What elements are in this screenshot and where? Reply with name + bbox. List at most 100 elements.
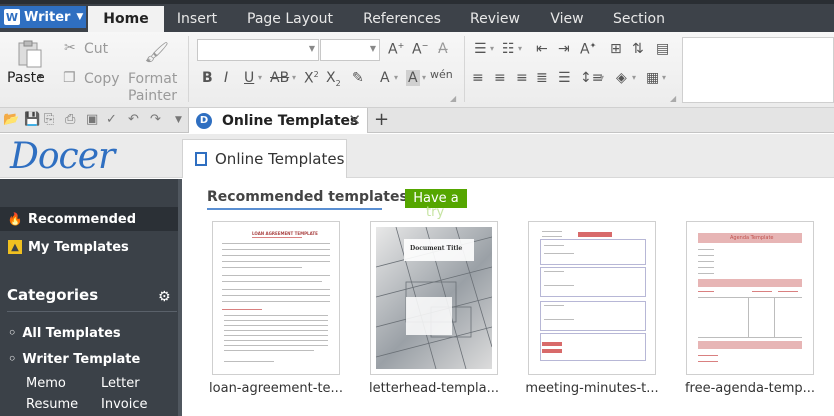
bullets-icon[interactable]: ☰ <box>474 41 487 57</box>
spell-check-icon[interactable]: ✓ <box>106 112 117 127</box>
redo-icon[interactable]: ↷ <box>150 112 161 127</box>
template-card-letterhead[interactable]: Document Title <box>370 221 498 375</box>
cut-button[interactable]: Cut <box>84 41 108 57</box>
numbering-icon[interactable]: ☷ <box>502 41 515 57</box>
line-spacing-dropdown-icon[interactable]: ▾ <box>600 73 604 82</box>
superscript-icon[interactable]: X2 <box>304 70 319 87</box>
chevron-down-icon: ▼ <box>76 12 84 22</box>
shrink-font-icon[interactable]: A− <box>412 41 428 58</box>
category-all-templates[interactable]: All Templates <box>8 326 120 341</box>
docer-logo[interactable]: Docer <box>10 136 115 177</box>
close-icon[interactable]: ✕ <box>348 111 361 129</box>
tab-page-layout[interactable]: Page Layout <box>236 6 344 32</box>
online-templates-tab[interactable]: Online Templates <box>182 139 347 178</box>
ribbon-toolbar: Paste ▾ ✂ Cut ❐ Copy 🖌 Format Painter ▼ … <box>0 32 834 108</box>
category-writer-template[interactable]: Writer Template <box>8 352 140 367</box>
template-card-free-agenda[interactable]: Agenda Template <box>686 221 814 375</box>
styles-gallery[interactable] <box>682 37 834 103</box>
align-left-icon[interactable]: ≡ <box>472 70 484 86</box>
highlight-dropdown-icon[interactable]: ▾ <box>422 73 426 82</box>
paste-dropdown-icon[interactable]: ▾ <box>38 72 43 82</box>
template-label-letterhead[interactable]: letterhead-templa... <box>364 381 504 396</box>
distribute-icon[interactable]: ☰ <box>558 70 571 86</box>
quick-access-dropdown-icon[interactable]: ▼ <box>175 115 182 125</box>
template-thumbnail: Agenda Template <box>692 227 808 369</box>
thumbnail-title: Document Title <box>410 245 463 252</box>
print-icon[interactable]: ⎙ <box>65 112 75 127</box>
shading-icon[interactable]: ◈ <box>616 70 627 86</box>
borders-icon[interactable]: ▦ <box>646 70 659 86</box>
export-pdf-icon[interactable]: ⎘ <box>44 112 54 127</box>
subcategory-letter[interactable]: Letter <box>101 376 140 391</box>
phonetic-guide-icon[interactable]: wén <box>430 68 453 81</box>
highlight-icon[interactable]: A <box>406 70 420 86</box>
tab-home[interactable]: Home <box>88 6 164 32</box>
numbering-dropdown-icon[interactable]: ▾ <box>518 44 522 53</box>
template-card-loan-agreement[interactable]: LOAN AGREEMENT TEMPLATE <box>212 221 340 375</box>
writer-logo-icon: W <box>4 9 20 25</box>
have-a-try-button[interactable]: Have a try <box>405 189 467 220</box>
shading-dropdown-icon[interactable]: ▾ <box>632 73 636 82</box>
tab-view[interactable]: View <box>538 6 596 32</box>
copy-button[interactable]: Copy <box>84 71 120 87</box>
undo-icon[interactable]: ↶ <box>128 112 139 127</box>
tab-references[interactable]: References <box>352 6 452 32</box>
subcategory-memo[interactable]: Memo <box>26 376 66 391</box>
strikethrough-dropdown-icon[interactable]: ▾ <box>292 73 296 82</box>
print-preview-icon[interactable]: ▣ <box>86 112 98 127</box>
gear-icon[interactable]: ⚙ <box>158 289 171 305</box>
strikethrough-icon[interactable]: AB <box>270 70 289 86</box>
template-thumbnail: Document Title <box>376 227 492 369</box>
subcategory-invoice[interactable]: Invoice <box>101 397 147 412</box>
text-effect-icon[interactable]: ✎ <box>352 70 364 86</box>
template-label-free-agenda[interactable]: free-agenda-temp... <box>680 381 820 396</box>
italic-icon[interactable]: I <box>224 70 228 86</box>
tab-online-templates[interactable]: D Online Templates ✕ <box>188 108 368 133</box>
grow-font-icon[interactable]: A+ <box>388 41 404 58</box>
sort-icon[interactable]: ⇅ <box>632 41 644 57</box>
underline-icon[interactable]: U <box>244 70 254 86</box>
align-center-icon[interactable]: ≡ <box>494 70 506 86</box>
font-color-icon[interactable]: A <box>380 70 390 86</box>
tab-review[interactable]: Review <box>460 6 530 32</box>
subscript-icon[interactable]: X2 <box>326 70 341 88</box>
tab-insert[interactable]: Insert <box>166 6 228 32</box>
subcategory-resume[interactable]: Resume <box>26 397 78 412</box>
sidebar-item-recommended[interactable]: 🔥 Recommended <box>0 207 178 231</box>
template-card-meeting-minutes[interactable] <box>528 221 656 375</box>
decrease-indent-icon[interactable]: ⇤ <box>536 41 548 57</box>
justify-icon[interactable]: ≣ <box>536 70 548 86</box>
bullets-dropdown-icon[interactable]: ▾ <box>490 44 494 53</box>
menu-bar: W Writer ▼ Home Insert Page Layout Refer… <box>0 0 834 32</box>
save-icon[interactable]: 💾 <box>24 112 40 127</box>
table-icon[interactable]: ⊞ <box>610 41 622 57</box>
bold-icon[interactable]: B <box>202 70 213 86</box>
paragraph-group-launcher-icon[interactable]: ◢ <box>670 94 676 103</box>
increase-indent-icon[interactable]: ⇥ <box>558 41 570 57</box>
sidebar-item-my-templates[interactable]: ▲ My Templates <box>0 235 178 259</box>
show-marks-icon[interactable]: ▤ <box>656 41 669 57</box>
tab-section[interactable]: Section <box>604 6 674 32</box>
sidebar: 🔥 Recommended ▲ My Templates Categories … <box>0 179 182 416</box>
book-icon <box>195 152 207 166</box>
align-right-icon[interactable]: ≡ <box>516 70 528 86</box>
template-label-loan-agreement[interactable]: loan-agreement-te... <box>206 381 346 396</box>
font-size-select[interactable]: ▼ <box>320 39 380 61</box>
section-underline <box>207 208 382 210</box>
user-icon: ▲ <box>8 240 22 254</box>
underline-dropdown-icon[interactable]: ▾ <box>258 73 262 82</box>
text-direction-icon[interactable]: A✦ <box>580 41 596 58</box>
categories-title: Categories <box>7 286 99 304</box>
app-menu-button[interactable]: W Writer ▼ <box>0 6 86 28</box>
font-name-select[interactable]: ▼ <box>197 39 319 61</box>
font-color-dropdown-icon[interactable]: ▾ <box>394 73 398 82</box>
borders-dropdown-icon[interactable]: ▾ <box>662 73 666 82</box>
clear-format-icon[interactable]: A̶ <box>438 41 448 57</box>
paste-icon[interactable] <box>14 38 46 70</box>
font-group-launcher-icon[interactable]: ◢ <box>450 94 456 103</box>
template-label-meeting-minutes[interactable]: meeting-minutes-t... <box>522 381 662 396</box>
thumbnail-title: Agenda Template <box>730 235 774 241</box>
open-folder-icon[interactable]: 📂 <box>3 112 19 127</box>
new-tab-button[interactable]: + <box>374 109 389 130</box>
format-painter-button[interactable]: Format <box>128 71 177 87</box>
